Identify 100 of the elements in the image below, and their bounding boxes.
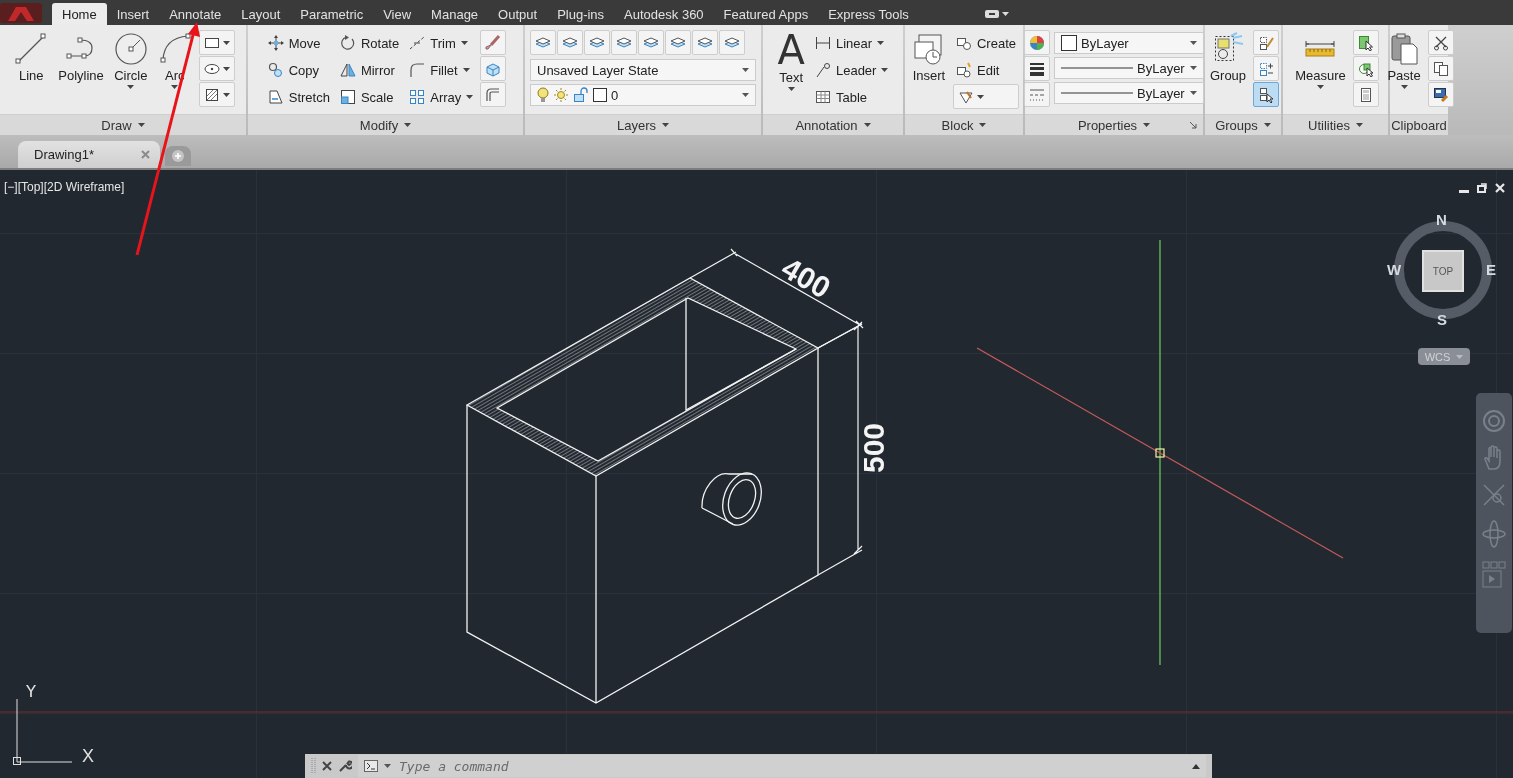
ribbon-button[interactable]: Polyline xyxy=(55,30,107,85)
caret-up-icon[interactable] xyxy=(1192,763,1200,769)
linetype-icon xyxy=(1029,86,1045,103)
axis-label: Y xyxy=(25,685,37,701)
icon-button[interactable] xyxy=(1352,56,1379,81)
ribbon-tab[interactable]: Parametric xyxy=(290,3,374,25)
ribbon-button[interactable]: Array xyxy=(406,84,477,110)
ribbon-button[interactable]: Group xyxy=(1206,30,1250,85)
document-tab[interactable]: Drawing1* xyxy=(18,141,160,168)
compass-label[interactable]: W xyxy=(1387,261,1402,278)
ribbon-button[interactable]: Copy xyxy=(264,57,333,83)
restore-icon[interactable] xyxy=(1477,183,1487,193)
ribbon-tab[interactable]: Manage xyxy=(421,3,489,25)
ribbon-button[interactable]: Measure xyxy=(1292,30,1349,91)
icon-button[interactable] xyxy=(198,82,235,107)
ribbon-button[interactable]: Scale xyxy=(336,84,403,110)
copy-icon xyxy=(267,62,284,78)
panel-title[interactable]: Clipboard xyxy=(1390,114,1448,135)
group-edit-icon xyxy=(1258,34,1275,51)
plus-icon xyxy=(172,150,184,162)
dimension-text: 500 xyxy=(856,422,890,474)
ribbon-tab[interactable]: Plug-ins xyxy=(547,3,615,25)
dropdown-field[interactable]: ByLayer xyxy=(1054,82,1204,104)
icon-button[interactable] xyxy=(1352,82,1379,107)
ribbon-tab[interactable]: Express Tools xyxy=(818,3,919,25)
ribbon-tab[interactable]: Insert xyxy=(106,3,160,25)
viewcube-face[interactable]: TOP xyxy=(1422,250,1464,292)
ribbon-tab[interactable]: Home xyxy=(52,3,107,25)
dropdown-field[interactable]: ByLayer xyxy=(1054,57,1204,79)
close-icon[interactable] xyxy=(322,761,332,771)
compass-label[interactable]: S xyxy=(1437,311,1447,328)
workspace-icon xyxy=(985,10,999,18)
ribbon-button[interactable]: Table xyxy=(811,84,892,110)
ribbon-button[interactable]: Insert xyxy=(909,30,949,85)
ribbon-tab[interactable]: Autodesk 360 xyxy=(614,3,714,25)
icon-button[interactable] xyxy=(1428,82,1454,107)
ucs-icon xyxy=(13,698,73,765)
ribbon-button[interactable]: Fillet xyxy=(406,57,477,83)
icon-button[interactable] xyxy=(198,56,235,81)
panel-title[interactable]: Block xyxy=(905,114,1023,135)
icon-button[interactable] xyxy=(1428,56,1454,81)
mirror-icon xyxy=(339,62,356,78)
panel-title[interactable]: Utilities xyxy=(1283,114,1388,135)
icon-button[interactable] xyxy=(1024,56,1050,81)
cross-arrows-icon xyxy=(267,35,284,51)
table-icon xyxy=(814,89,831,105)
ribbon-button[interactable]: A Text xyxy=(774,30,808,93)
quick-select-icon xyxy=(1357,34,1374,51)
ribbon-button[interactable]: Move xyxy=(264,30,333,56)
lineweight-icon xyxy=(1029,60,1045,77)
icon-button[interactable] xyxy=(198,30,235,55)
dropdown-field[interactable]: Unsaved Layer State xyxy=(530,59,756,81)
wrench-icon[interactable] xyxy=(338,759,352,773)
command-field[interactable]: Type a command xyxy=(358,755,1206,777)
prompt-icon xyxy=(364,760,378,772)
ribbon-button[interactable]: Trim xyxy=(406,30,477,56)
circle-icon xyxy=(113,32,148,66)
icon-button[interactable] xyxy=(1253,30,1280,55)
dropdown-field[interactable]: 0 xyxy=(530,84,756,106)
ribbon-button[interactable]: Paste xyxy=(1384,30,1424,91)
sun-icon xyxy=(553,87,569,103)
offset-icon xyxy=(485,86,502,103)
group-add-icon xyxy=(1258,60,1275,77)
viewport-label[interactable]: [−][Top][2D Wireframe] xyxy=(4,180,125,194)
ribbon-button[interactable]: Stretch xyxy=(264,84,333,110)
command-input[interactable]: Type a command xyxy=(397,757,1186,775)
compass-label[interactable]: N xyxy=(1436,211,1447,228)
stretch-icon xyxy=(267,89,284,105)
ribbon-button[interactable]: Edit xyxy=(953,57,1019,83)
new-tab-button[interactable] xyxy=(165,146,191,166)
ribbon-button[interactable]: Linear xyxy=(811,30,892,56)
ribbon-button[interactable]: Leader xyxy=(811,57,892,83)
grip-icon xyxy=(311,757,316,775)
panel-title[interactable]: Groups xyxy=(1205,114,1281,135)
ribbon-button[interactable]: Mirror xyxy=(336,57,403,83)
panel-title[interactable]: Modify xyxy=(248,114,523,135)
icon-button[interactable] xyxy=(1253,82,1280,107)
panel-title[interactable]: Annotation xyxy=(763,114,903,135)
ribbon-button[interactable]: Create xyxy=(953,30,1019,56)
panel-title[interactable]: Draw xyxy=(0,114,246,135)
color-swatch-icon xyxy=(593,88,607,102)
ribbon-tab[interactable]: Output xyxy=(488,3,548,25)
hatch-icon xyxy=(203,86,220,103)
scissors-icon xyxy=(1433,34,1449,51)
compass-label[interactable]: E xyxy=(1486,261,1496,278)
panel-title[interactable]: Properties xyxy=(1025,114,1203,135)
ribbon-button[interactable]: Rotate xyxy=(336,30,403,56)
trim-icon xyxy=(409,35,426,51)
ribbon-button[interactable]: Line xyxy=(11,30,52,85)
ribbon-tab[interactable]: Annotate xyxy=(159,3,232,25)
ribbon-tab[interactable]: Layout xyxy=(231,3,291,25)
panel-title[interactable]: Layers xyxy=(525,114,761,135)
dropdown-field[interactable]: ByLayer xyxy=(1054,32,1204,54)
match-properties-icon xyxy=(1433,86,1449,103)
caret-icon xyxy=(1190,66,1197,70)
ribbon-button[interactable]: Circle xyxy=(110,30,151,91)
icon-button[interactable] xyxy=(1428,30,1454,55)
caret-icon xyxy=(384,764,391,768)
ribbon-tab[interactable]: Featured Apps xyxy=(713,3,819,25)
ribbon-tab[interactable]: View xyxy=(373,3,422,25)
